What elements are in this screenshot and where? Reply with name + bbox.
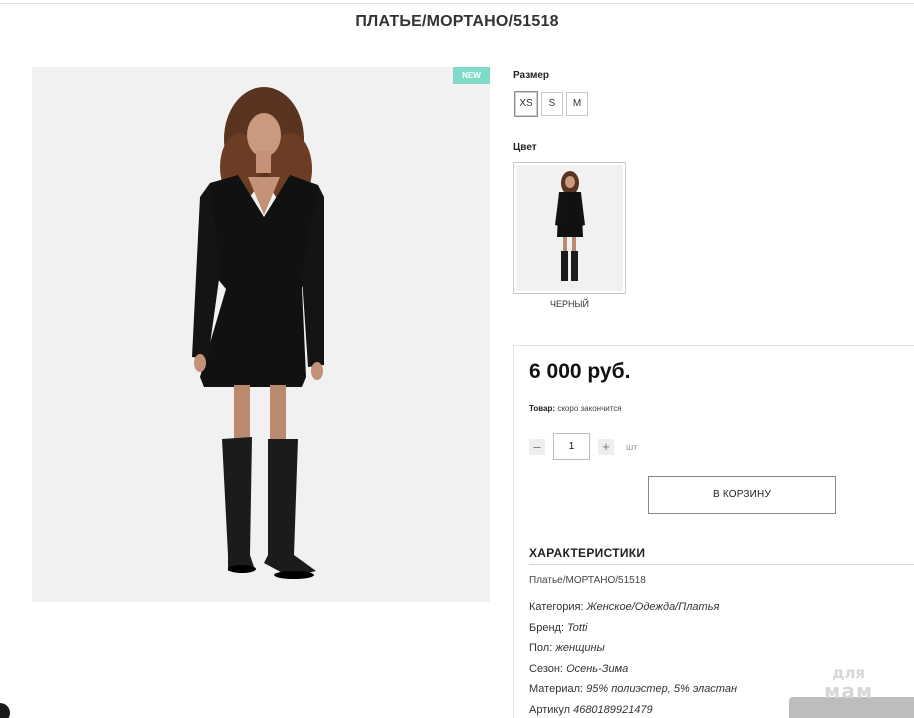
characteristic-label: Артикул [529, 703, 571, 716]
quantity-decrease-button[interactable]: – [529, 439, 545, 455]
add-to-cart-button[interactable]: В КОРЗИНУ [648, 476, 836, 514]
top-divider [0, 3, 914, 4]
size-selector: XS S M [514, 91, 588, 117]
characteristic-label: Бренд: [529, 621, 565, 634]
color-swatch-image [555, 171, 585, 281]
color-swatch-black[interactable] [513, 162, 626, 294]
characteristic-label: Категория: [529, 601, 584, 613]
characteristic-gender: Пол: женщины [529, 641, 737, 662]
watermark-logo: для мам [824, 664, 874, 703]
characteristic-label: Пол: [529, 642, 553, 654]
characteristic-value: женщины [555, 642, 605, 654]
characteristic-sku: Артикул 4680189921479 [529, 703, 737, 718]
color-name: ЧЕРНЫЙ [550, 299, 589, 309]
size-option-m[interactable]: M [566, 92, 588, 116]
model-in-dress-image [192, 87, 324, 579]
characteristic-value: 4680189921479 [573, 703, 653, 716]
chat-widget-icon[interactable] [0, 703, 10, 718]
characteristic-value: Totti [567, 621, 588, 634]
page-title: ПЛАТЬЕ/МОРТАНО/51518 [355, 13, 559, 30]
stock-status: Товар: скоро закончится [529, 404, 622, 413]
characteristics-product-name: Платье/МОРТАНО/51518 [529, 575, 646, 586]
characteristics-list: Категория: Женское/Одежда/Платья Бренд: … [529, 600, 737, 718]
characteristics-divider [529, 564, 914, 565]
characteristic-value: 95% полиэстер, 5% эластан [586, 683, 738, 695]
characteristic-value: Осень-Зима [566, 662, 629, 675]
quantity-increase-button[interactable]: + [598, 439, 614, 455]
stock-value: скоро закончится [557, 404, 622, 413]
quantity-unit: шт [626, 442, 638, 452]
size-label: Размер [513, 70, 550, 81]
characteristics-heading: ХАРАКТЕРИСТИКИ [529, 546, 646, 560]
characteristic-label: Материал: [529, 683, 584, 695]
product-main-photo[interactable]: NEW [32, 67, 490, 602]
characteristic-brand: Бренд: Totti [529, 621, 737, 642]
characteristic-label: Сезон: [529, 662, 563, 675]
stock-label: Товар: [529, 404, 556, 413]
size-option-xs[interactable]: XS [514, 91, 538, 117]
characteristic-material: Материал: 95% полиэстер, 5% эластан [529, 682, 737, 703]
characteristic-value: Женское/Одежда/Платья [586, 601, 720, 613]
color-label: Цвет [513, 142, 537, 153]
quantity-input[interactable] [553, 433, 590, 460]
new-badge: NEW [453, 67, 490, 84]
price: 6 000 руб. [529, 360, 631, 383]
size-option-s[interactable]: S [541, 92, 563, 116]
characteristic-season: Сезон: Осень-Зима [529, 662, 737, 683]
characteristic-category: Категория: Женское/Одежда/Платья [529, 600, 737, 621]
